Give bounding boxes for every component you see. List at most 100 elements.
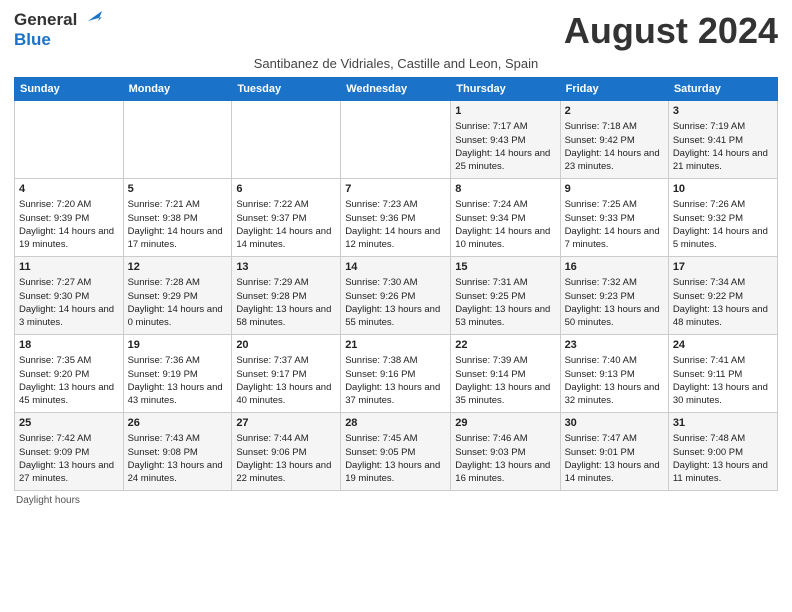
calendar-cell: 8Sunrise: 7:24 AMSunset: 9:34 PMDaylight… — [451, 179, 560, 257]
day-info: Sunrise: 7:37 AM — [236, 354, 336, 367]
day-info: Sunrise: 7:24 AM — [455, 198, 555, 211]
day-number: 6 — [236, 182, 336, 197]
calendar-cell: 18Sunrise: 7:35 AMSunset: 9:20 PMDayligh… — [15, 335, 124, 413]
day-number: 3 — [673, 104, 773, 119]
calendar-cell: 3Sunrise: 7:19 AMSunset: 9:41 PMDaylight… — [668, 101, 777, 179]
calendar-cell: 14Sunrise: 7:30 AMSunset: 9:26 PMDayligh… — [341, 257, 451, 335]
day-number: 2 — [565, 104, 664, 119]
day-info: Daylight: 13 hours and 27 minutes. — [19, 459, 119, 486]
day-info: Daylight: 14 hours and 19 minutes. — [19, 225, 119, 252]
day-info: Sunset: 9:39 PM — [19, 212, 119, 225]
calendar-cell: 1Sunrise: 7:17 AMSunset: 9:43 PMDaylight… — [451, 101, 560, 179]
day-info: Sunset: 9:28 PM — [236, 290, 336, 303]
day-number: 1 — [455, 104, 555, 119]
day-info: Sunset: 9:25 PM — [455, 290, 555, 303]
header-saturday: Saturday — [668, 78, 777, 101]
calendar-week-4: 18Sunrise: 7:35 AMSunset: 9:20 PMDayligh… — [15, 335, 778, 413]
calendar-cell: 6Sunrise: 7:22 AMSunset: 9:37 PMDaylight… — [232, 179, 341, 257]
calendar-cell: 26Sunrise: 7:43 AMSunset: 9:08 PMDayligh… — [123, 413, 232, 491]
calendar-cell: 24Sunrise: 7:41 AMSunset: 9:11 PMDayligh… — [668, 335, 777, 413]
calendar-cell — [232, 101, 341, 179]
header-wednesday: Wednesday — [341, 78, 451, 101]
logo-general: General — [14, 10, 77, 30]
calendar-cell: 17Sunrise: 7:34 AMSunset: 9:22 PMDayligh… — [668, 257, 777, 335]
day-number: 25 — [19, 416, 119, 431]
day-info: Daylight: 13 hours and 11 minutes. — [673, 459, 773, 486]
day-info: Daylight: 13 hours and 43 minutes. — [128, 381, 228, 408]
day-info: Daylight: 13 hours and 40 minutes. — [236, 381, 336, 408]
day-number: 30 — [565, 416, 664, 431]
day-number: 4 — [19, 182, 119, 197]
day-number: 26 — [128, 416, 228, 431]
day-info: Sunset: 9:06 PM — [236, 446, 336, 459]
calendar-header: Sunday Monday Tuesday Wednesday Thursday… — [15, 78, 778, 101]
day-info: Sunset: 9:08 PM — [128, 446, 228, 459]
calendar-cell: 28Sunrise: 7:45 AMSunset: 9:05 PMDayligh… — [341, 413, 451, 491]
calendar-cell: 20Sunrise: 7:37 AMSunset: 9:17 PMDayligh… — [232, 335, 341, 413]
calendar-cell: 11Sunrise: 7:27 AMSunset: 9:30 PMDayligh… — [15, 257, 124, 335]
header-tuesday: Tuesday — [232, 78, 341, 101]
day-info: Sunrise: 7:21 AM — [128, 198, 228, 211]
calendar-cell: 13Sunrise: 7:29 AMSunset: 9:28 PMDayligh… — [232, 257, 341, 335]
day-info: Sunset: 9:01 PM — [565, 446, 664, 459]
day-info: Sunset: 9:20 PM — [19, 368, 119, 381]
day-info: Sunrise: 7:28 AM — [128, 276, 228, 289]
day-number: 27 — [236, 416, 336, 431]
day-info: Sunset: 9:43 PM — [455, 134, 555, 147]
calendar-cell: 10Sunrise: 7:26 AMSunset: 9:32 PMDayligh… — [668, 179, 777, 257]
day-number: 5 — [128, 182, 228, 197]
day-info: Sunrise: 7:41 AM — [673, 354, 773, 367]
calendar-cell: 4Sunrise: 7:20 AMSunset: 9:39 PMDaylight… — [15, 179, 124, 257]
page: General Blue August 2024 Santibanez de V… — [0, 0, 792, 516]
day-info: Sunrise: 7:36 AM — [128, 354, 228, 367]
day-info: Daylight: 14 hours and 5 minutes. — [673, 225, 773, 252]
day-info: Sunset: 9:37 PM — [236, 212, 336, 225]
calendar-cell: 2Sunrise: 7:18 AMSunset: 9:42 PMDaylight… — [560, 101, 668, 179]
day-info: Sunset: 9:26 PM — [345, 290, 446, 303]
day-info: Sunset: 9:23 PM — [565, 290, 664, 303]
day-info: Sunset: 9:03 PM — [455, 446, 555, 459]
day-number: 28 — [345, 416, 446, 431]
calendar-cell — [341, 101, 451, 179]
calendar-cell: 7Sunrise: 7:23 AMSunset: 9:36 PMDaylight… — [341, 179, 451, 257]
day-info: Sunrise: 7:29 AM — [236, 276, 336, 289]
day-info: Daylight: 13 hours and 24 minutes. — [128, 459, 228, 486]
day-info: Sunrise: 7:47 AM — [565, 432, 664, 445]
calendar-cell: 29Sunrise: 7:46 AMSunset: 9:03 PMDayligh… — [451, 413, 560, 491]
logo-area: General Blue — [14, 10, 102, 51]
calendar-cell: 21Sunrise: 7:38 AMSunset: 9:16 PMDayligh… — [341, 335, 451, 413]
day-info: Sunrise: 7:35 AM — [19, 354, 119, 367]
day-number: 7 — [345, 182, 446, 197]
day-number: 20 — [236, 338, 336, 353]
header-row: Sunday Monday Tuesday Wednesday Thursday… — [15, 78, 778, 101]
calendar-cell: 16Sunrise: 7:32 AMSunset: 9:23 PMDayligh… — [560, 257, 668, 335]
day-number: 24 — [673, 338, 773, 353]
day-info: Sunset: 9:13 PM — [565, 368, 664, 381]
day-number: 16 — [565, 260, 664, 275]
calendar-cell: 23Sunrise: 7:40 AMSunset: 9:13 PMDayligh… — [560, 335, 668, 413]
day-info: Daylight: 14 hours and 7 minutes. — [565, 225, 664, 252]
day-number: 9 — [565, 182, 664, 197]
day-number: 14 — [345, 260, 446, 275]
header-thursday: Thursday — [451, 78, 560, 101]
day-info: Sunset: 9:11 PM — [673, 368, 773, 381]
day-number: 13 — [236, 260, 336, 275]
day-number: 18 — [19, 338, 119, 353]
day-info: Daylight: 13 hours and 45 minutes. — [19, 381, 119, 408]
day-number: 22 — [455, 338, 555, 353]
day-info: Sunset: 9:29 PM — [128, 290, 228, 303]
day-info: Daylight: 13 hours and 48 minutes. — [673, 303, 773, 330]
day-info: Sunset: 9:00 PM — [673, 446, 773, 459]
header-friday: Friday — [560, 78, 668, 101]
day-info: Sunrise: 7:27 AM — [19, 276, 119, 289]
header-monday: Monday — [123, 78, 232, 101]
day-info: Daylight: 14 hours and 21 minutes. — [673, 147, 773, 174]
day-info: Daylight: 13 hours and 37 minutes. — [345, 381, 446, 408]
day-number: 23 — [565, 338, 664, 353]
day-info: Sunrise: 7:40 AM — [565, 354, 664, 367]
calendar-cell: 5Sunrise: 7:21 AMSunset: 9:38 PMDaylight… — [123, 179, 232, 257]
day-info: Sunset: 9:41 PM — [673, 134, 773, 147]
header-sunday: Sunday — [15, 78, 124, 101]
footer-note: Daylight hours — [14, 495, 778, 506]
day-info: Daylight: 13 hours and 58 minutes. — [236, 303, 336, 330]
